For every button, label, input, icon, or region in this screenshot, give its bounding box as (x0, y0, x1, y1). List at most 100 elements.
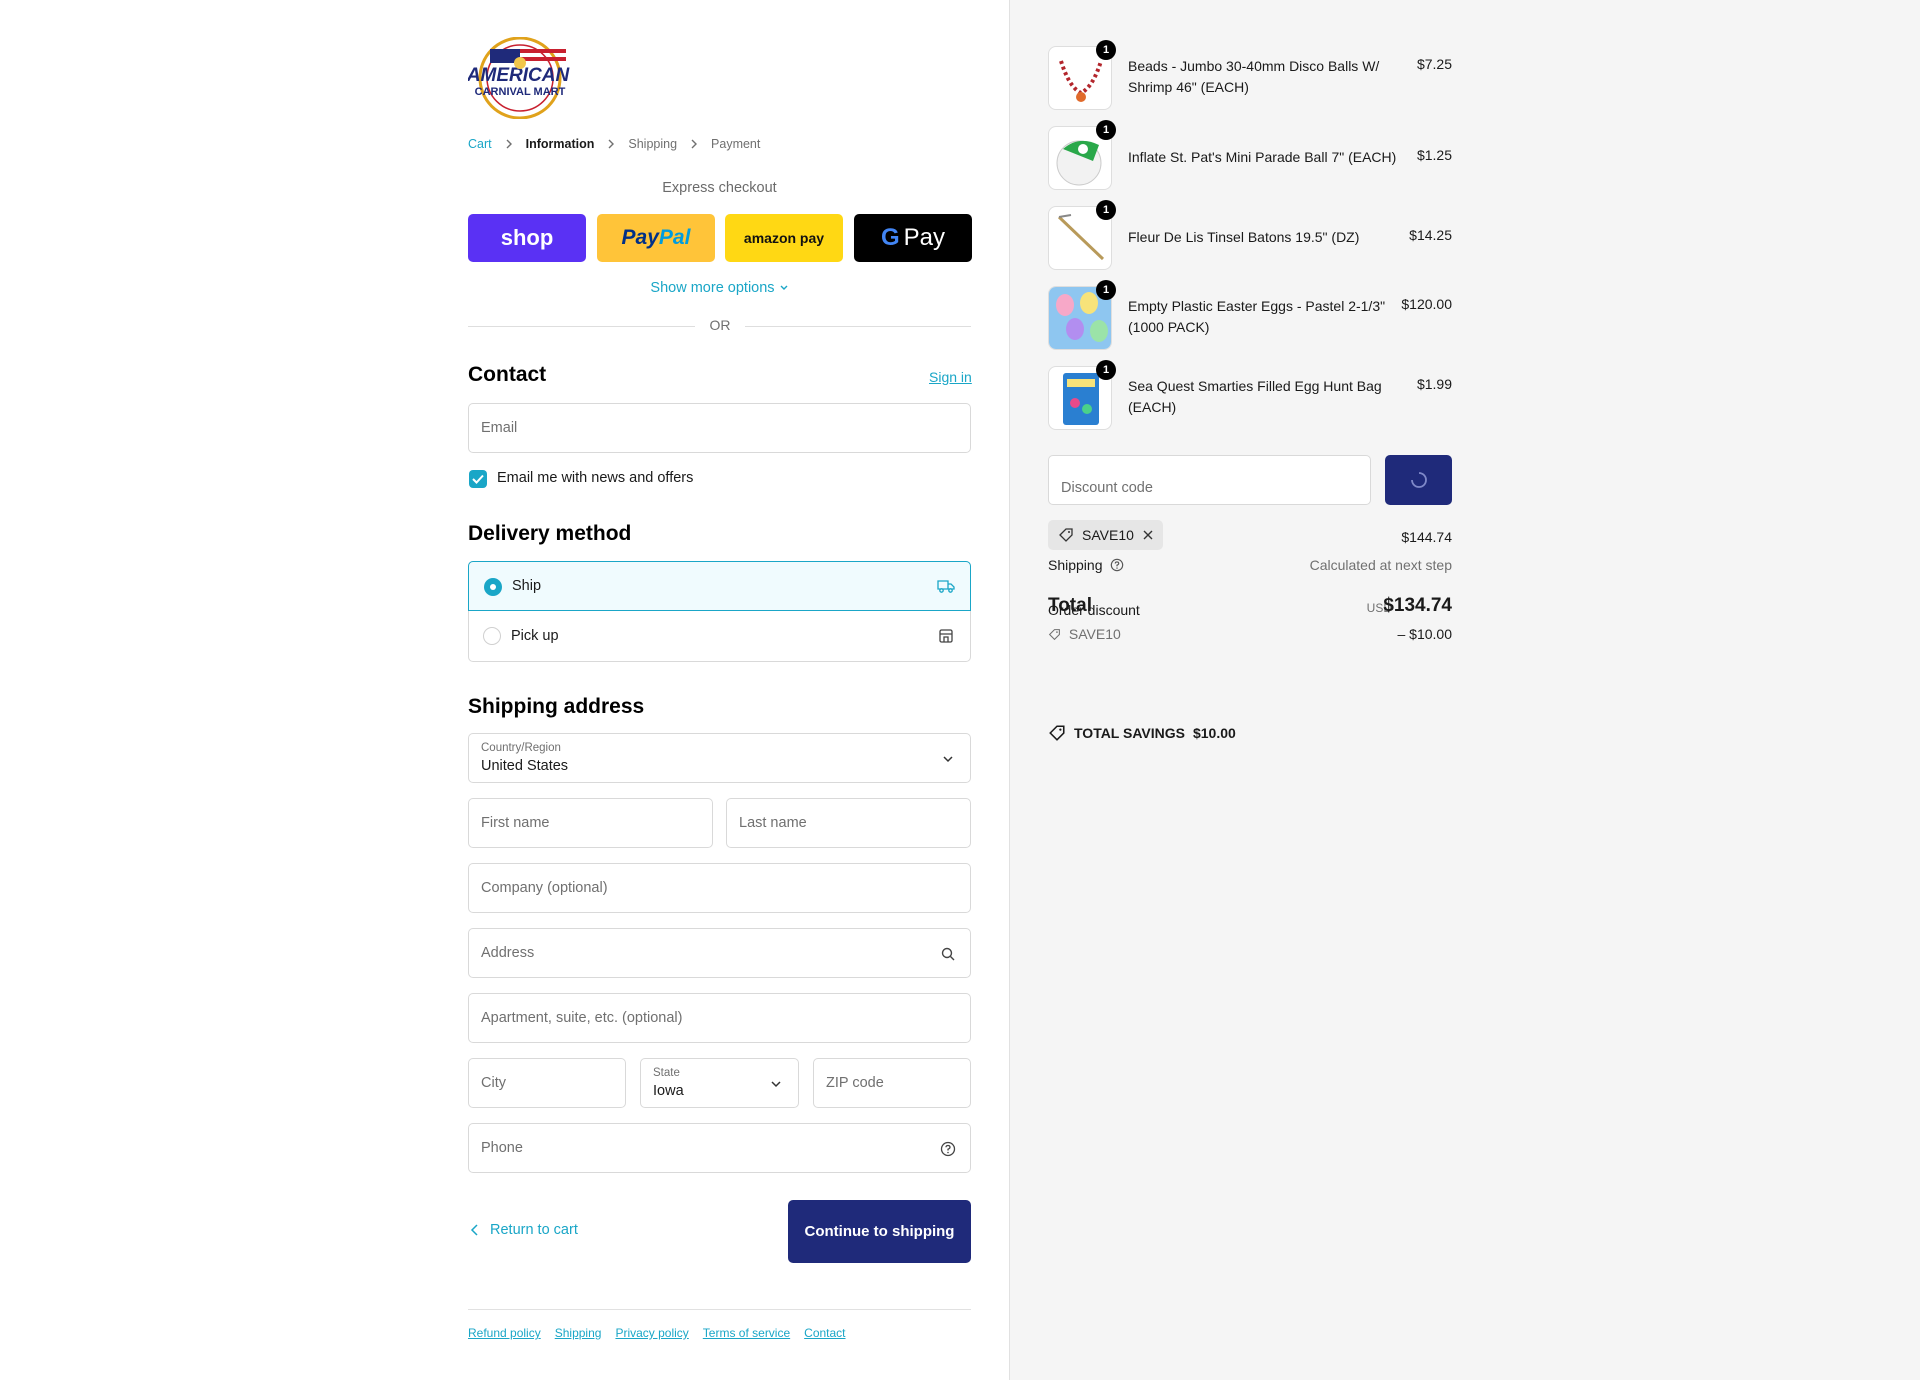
breadcrumb: Cart Information Shipping Payment (468, 137, 760, 151)
footer-links: Refund policy Shipping Privacy policy Te… (468, 1326, 846, 1340)
paypal-button[interactable]: Pay Pal (597, 214, 715, 262)
express-checkout-title: Express checkout (662, 180, 777, 196)
quantity-badge: 1 (1096, 280, 1116, 300)
delivery-heading: Delivery method (468, 522, 632, 545)
order-discount-label: Order discount (1048, 602, 1140, 618)
phone-placeholder: Phone (481, 1140, 523, 1156)
delivery-option-pickup[interactable]: Pick up (468, 611, 971, 662)
apply-discount-button[interactable] (1385, 455, 1452, 505)
item-name: Beads - Jumbo 30-40mm Disco Balls W/ Shr… (1128, 58, 1380, 95)
chevron-down-icon (771, 1081, 781, 1088)
terms-of-service-link[interactable]: Terms of service (703, 1326, 790, 1340)
breadcrumb-shipping: Shipping (628, 137, 678, 151)
address-placeholder: Address (481, 945, 535, 961)
total-savings: TOTAL SAVINGS $10.00 (1048, 724, 1236, 742)
help-icon[interactable] (940, 1141, 956, 1157)
breadcrumb-cart[interactable]: Cart (468, 137, 492, 151)
chevron-left-icon (470, 1224, 478, 1236)
first-name-field[interactable]: First name (468, 798, 713, 848)
google-pay-button[interactable]: G Pay (854, 214, 972, 262)
shipping-label: Shipping (1048, 557, 1103, 573)
shipping-value: Calculated at next step (1309, 557, 1452, 573)
continue-to-shipping-button[interactable]: Continue to shipping (788, 1200, 971, 1263)
amazon-pay-label: amazon pay (743, 230, 825, 246)
last-name-placeholder: Last name (739, 815, 807, 831)
or-divider-text: OR (695, 317, 745, 333)
quantity-badge: 1 (1096, 200, 1116, 220)
savings-label: TOTAL SAVINGS (1074, 725, 1185, 741)
search-icon (941, 947, 955, 961)
checkmark-icon (472, 474, 484, 484)
discount-code-label: SAVE10 (1068, 626, 1121, 642)
store-logo[interactable]: AMERICAN CARNIVAL MART (466, 36, 572, 120)
first-name-placeholder: First name (481, 815, 550, 831)
address-field[interactable]: Address (468, 928, 971, 978)
spinner-icon (1410, 472, 1427, 488)
country-label: Country/Region (481, 742, 561, 754)
discount-value: – $10.00 (1397, 626, 1453, 642)
pickup-radio[interactable] (483, 627, 501, 645)
discount-code-field[interactable]: Discount code (1048, 455, 1371, 505)
delivery-option-ship[interactable]: Ship (468, 561, 971, 611)
last-name-field[interactable]: Last name (726, 798, 971, 848)
shipping-address-heading: Shipping address (468, 695, 645, 718)
show-more-options-link[interactable]: Show more options (468, 280, 971, 296)
truck-icon (937, 580, 955, 593)
shipping-policy-link[interactable]: Shipping (555, 1326, 602, 1340)
quantity-badge: 1 (1096, 360, 1116, 380)
contact-heading: Contact (468, 363, 547, 386)
chevron-right-icon (691, 139, 698, 149)
contact-link[interactable]: Contact (804, 1326, 845, 1340)
chevron-right-icon (506, 139, 512, 149)
item-price: $120.00 (1401, 296, 1452, 312)
state-label: State (653, 1067, 680, 1079)
return-to-cart-link[interactable]: Return to cart (468, 1222, 578, 1238)
discount-code-row: SAVE10 – $10.00 (1048, 626, 1452, 642)
zip-field[interactable]: ZIP code (813, 1058, 971, 1108)
order-item: 1 Sea Quest Smarties Filled Egg Hunt Bag… (1048, 360, 1452, 430)
help-icon[interactable] (1110, 558, 1124, 572)
google-g-icon: G (880, 224, 900, 251)
privacy-policy-link[interactable]: Privacy policy (615, 1326, 688, 1340)
ship-radio[interactable] (484, 578, 502, 596)
item-price: $14.25 (1409, 227, 1452, 243)
country-select[interactable]: Country/Region United States (468, 733, 971, 783)
order-discount-row: Order discount (1048, 602, 1452, 618)
sign-in-link[interactable]: Sign in (929, 369, 972, 385)
chevron-down-icon (943, 756, 953, 763)
paypal-label-1: Pay (621, 226, 659, 249)
pickup-label: Pick up (511, 628, 559, 644)
discount-placeholder: Discount code (1061, 480, 1153, 496)
store-icon (939, 629, 953, 643)
tag-icon (1059, 528, 1073, 542)
item-price: $1.25 (1416, 147, 1452, 163)
chevron-right-icon (608, 139, 615, 149)
apartment-placeholder: Apartment, suite, etc. (optional) (481, 1010, 683, 1026)
amazon-pay-button[interactable]: amazon pay (725, 214, 843, 262)
quantity-badge: 1 (1096, 120, 1116, 140)
savings-value: $10.00 (1192, 725, 1236, 741)
item-price: $1.99 (1416, 376, 1452, 392)
email-field[interactable]: Email (468, 403, 971, 453)
company-field[interactable]: Company (optional) (468, 863, 971, 913)
shop-pay-button[interactable]: shop (468, 214, 586, 262)
item-name: Empty Plastic Easter Eggs - Pastel 2-1/3… (1128, 298, 1386, 335)
refund-policy-link[interactable]: Refund policy (468, 1326, 541, 1340)
footer-divider (468, 1309, 971, 1310)
apartment-field[interactable]: Apartment, suite, etc. (optional) (468, 993, 971, 1043)
phone-field[interactable]: Phone (468, 1123, 971, 1173)
state-select[interactable]: State Iowa (640, 1058, 799, 1108)
google-pay-label: Pay (903, 224, 946, 251)
item-name: Fleur De Lis Tinsel Batons 19.5" (DZ) (1128, 229, 1360, 245)
item-name: Inflate St. Pat's Mini Parade Ball 7" (E… (1128, 149, 1397, 165)
tag-icon (1049, 725, 1065, 741)
newsletter-checkbox[interactable] (469, 470, 487, 488)
applied-discount-tag: SAVE10 (1048, 520, 1163, 550)
city-field[interactable]: City (468, 1058, 626, 1108)
company-placeholder: Company (optional) (481, 880, 608, 896)
close-icon[interactable] (1142, 529, 1154, 541)
subtotal-value: $144.74 (1401, 529, 1452, 545)
paypal-label-2: Pal (658, 226, 691, 249)
newsletter-label: Email me with news and offers (497, 470, 694, 486)
zip-placeholder: ZIP code (826, 1075, 884, 1091)
